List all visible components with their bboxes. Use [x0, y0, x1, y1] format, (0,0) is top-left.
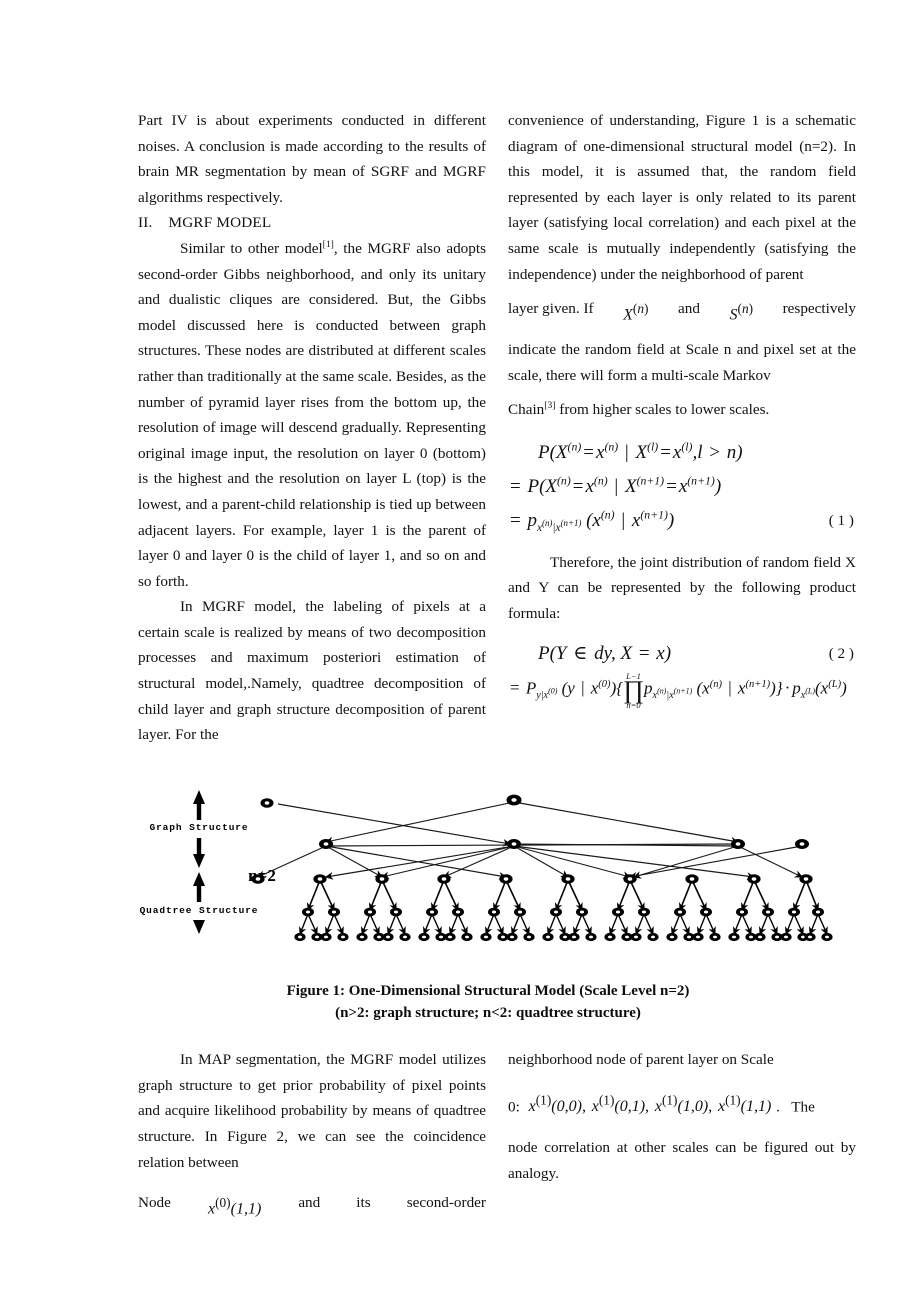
product-lower-limit: n=0 [626, 699, 641, 710]
bottom-right-paragraph-1: neighborhood node of parent layer on Sca… [508, 1051, 774, 1069]
bottom-left-node-line: Node x(0)(1,1) and its second-order [138, 1190, 486, 1222]
figure-label-graph-structure: Graph Structure [149, 822, 248, 833]
section-title: MGRF MODEL [168, 214, 272, 232]
math-X-superscript-n: X(n) [623, 301, 649, 324]
figure-node-root [506, 794, 522, 806]
figure-graph-edges [257, 801, 803, 880]
left-paragraph-2-pre-ref: Similar to other model [180, 239, 323, 257]
left-paragraph-2-post-ref: , the MGRF also adopts second-order Gibb… [138, 239, 486, 590]
figure-leaf-edges [298, 913, 828, 935]
right-paragraph-2: layer given. If X(n) and S(n) respective… [508, 296, 856, 328]
citation-ref-3[interactable]: [3] [544, 400, 555, 411]
equation-2-number: ( 2 ) [828, 644, 854, 662]
left-paragraph-2: Similar to other model[1], the MGRF also… [138, 236, 486, 594]
math-node-x1-1-0: x(1)(1,0), [654, 1092, 713, 1116]
figure-node-root-left [260, 798, 274, 808]
right-paragraph-4: Chain[3] from higher scales to lower sca… [508, 397, 856, 423]
math-node-x1-0-1: x(1)(0,1), [591, 1092, 650, 1116]
figure-quadtree-edges [306, 879, 820, 911]
figure-nodes [251, 794, 833, 942]
equation-2-line-1: P(Y ∈ dy, X = x) ( 2 ) [508, 637, 856, 671]
equation-1-line-3: = px(n)|x(n+1) (x(n) | x(n+1)) ( 1 ) [508, 504, 856, 538]
period-after-list: . [776, 1098, 780, 1116]
right-paragraph-2-part1: layer given. If [508, 300, 594, 318]
citation-ref-1[interactable]: [1] [323, 239, 334, 250]
math-S-superscript-n: S(n) [729, 301, 754, 324]
right-paragraph-5: Therefore, the joint distribution of ran… [508, 553, 856, 623]
right-column: convenience of understanding, Figure 1 i… [508, 108, 856, 710]
right-paragraph-2-part2: and [678, 300, 700, 318]
bottom-right-column: neighborhood node of parent layer on Sca… [508, 1032, 856, 1201]
right-paragraph-1: convenience of understanding, Figure 1 i… [508, 112, 856, 283]
figure-node-level3 [302, 907, 824, 917]
left-paragraph-1: Part IV is about experiments conducted i… [138, 112, 486, 206]
right-paragraph-4-pre-ref: Chain [508, 401, 545, 419]
right-paragraph-3: indicate the random field at Scale n and… [508, 341, 856, 384]
bottom-left-column: In MAP segmentation, the MGRF model util… [138, 1032, 486, 1237]
math-node-x1-0-0: x(1)(0,0), [524, 1092, 586, 1116]
figure-caption-line-2: (n>2: graph structure; n<2: quadtree str… [335, 1005, 641, 1021]
equation-1-number: ( 1 ) [828, 511, 854, 529]
node-line-prefix: Node [138, 1194, 171, 1212]
structural-model-svg: Graph Structure Quadtree Structure n=2 [140, 790, 833, 942]
section-numeral: II. [138, 214, 153, 232]
math-node-x1-1-1: x(1)(1,1) [717, 1092, 772, 1116]
node-line-second-order: second-order [406, 1194, 486, 1212]
bottom-left-paragraph: In MAP segmentation, the MGRF model util… [138, 1051, 486, 1171]
right-paragraph-4-post-ref: from higher scales to lower scales. [555, 401, 770, 419]
left-column: Part IV is about experiments conducted i… [138, 108, 486, 748]
figure-label-quadtree-structure: Quadtree Structure [140, 905, 259, 916]
figure-1-caption: Figure 1: One-Dimensional Structural Mod… [138, 980, 838, 1024]
figure-node-leaves [294, 932, 833, 942]
section-heading: II. MGRF MODEL [138, 210, 486, 236]
node-line-and: and [298, 1194, 321, 1212]
figure-caption-line-1: Figure 1: One-Dimensional Structural Mod… [286, 983, 690, 999]
scale-label: 0: [508, 1098, 520, 1116]
right-paragraph-2-part3: respectively [782, 300, 856, 318]
bottom-right-node-list-line: 0: x(1)(0,0), x(1)(0,1), x(1)(1,0), x(1)… [508, 1088, 856, 1120]
product-glyph: ∏ [623, 675, 645, 705]
node-line-its: its [356, 1194, 371, 1212]
the-word: The [791, 1098, 815, 1116]
equation-2: P(Y ∈ dy, X = x) ( 2 ) = Py|x(0) (y | x(… [508, 637, 856, 710]
product-operator: L−1 ∏ n=0 [623, 672, 644, 709]
equation-1: P(X(n) = x(n) | X(l) = x(l),l > n) = P(X(n) =… [508, 436, 856, 538]
paper-page: Part IV is about experiments conducted i… [0, 0, 920, 1302]
math-node-x0-1-1: x(0)(1,1) [207, 1195, 262, 1218]
equation-1-line-1: P(X(n) = x(n) | X(l) = x(l),l > n) [538, 440, 743, 463]
bottom-right-paragraph-2: node correlation at other scales can be … [508, 1139, 856, 1182]
left-paragraph-3: In MGRF model, the labeling of pixels at… [138, 598, 486, 744]
equation-1-line-2: = P(X(n) = x(n) | X(n+1) = x(n+1)) [510, 474, 722, 497]
equation-2-line-2: = Py|x(0) (y | x(0)){L−1 ∏ n=0 px(n)|x(n+1)… [510, 670, 847, 710]
figure-1-diagram: Graph Structure Quadtree Structure n=2 [138, 782, 838, 952]
